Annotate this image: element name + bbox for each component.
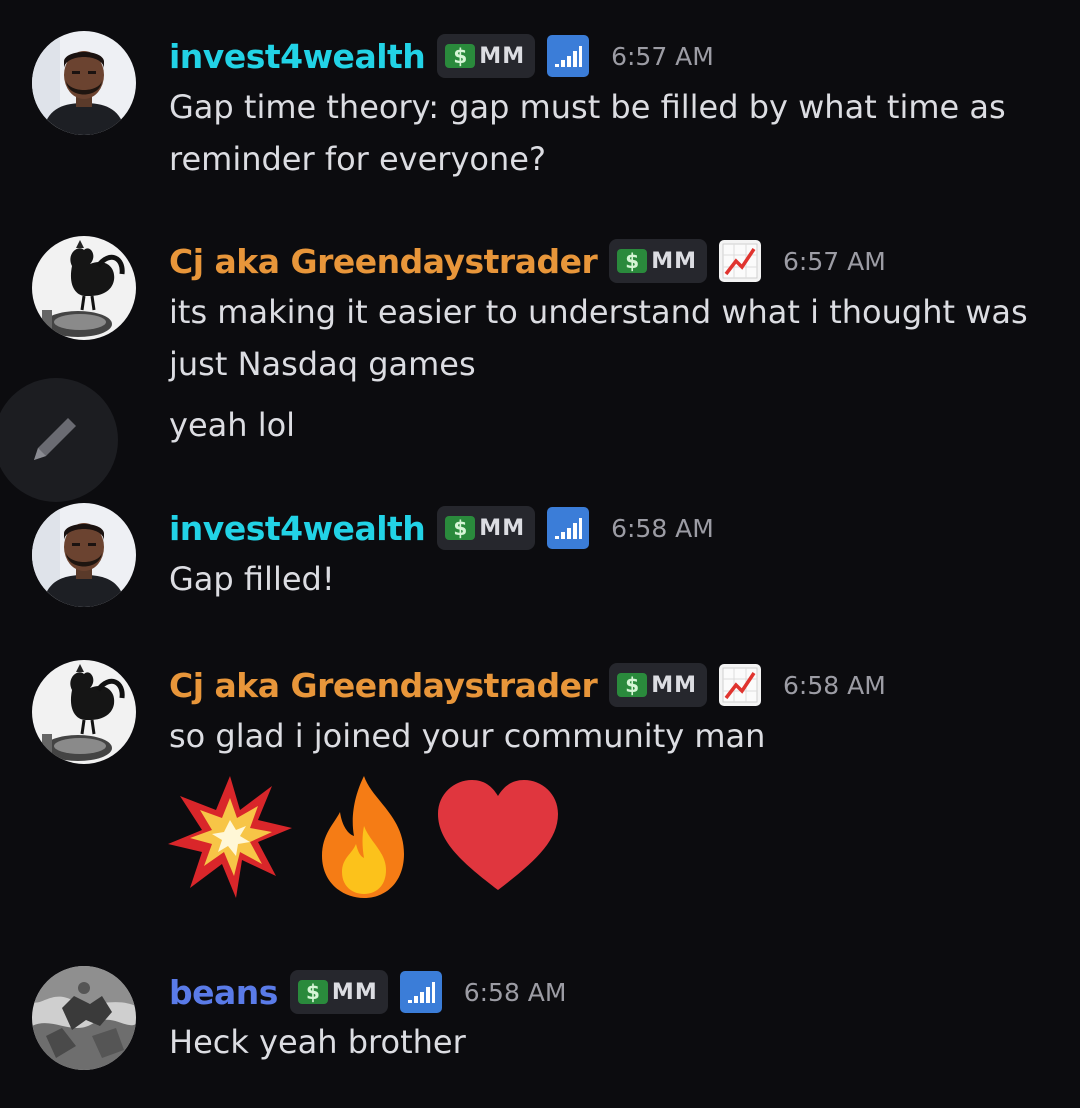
timestamp: 6:58 AM xyxy=(611,513,714,543)
avatar-invest4wealth[interactable] xyxy=(32,31,136,135)
message-text: reminder for everyone? xyxy=(169,140,546,178)
role-badge[interactable]: $ MM xyxy=(437,34,536,78)
message-text: so glad i joined your community man xyxy=(169,717,766,755)
collision-emoji xyxy=(166,772,294,906)
message-text: Heck yeah brother xyxy=(169,1023,466,1061)
timestamp: 6:58 AM xyxy=(783,670,886,700)
username[interactable]: invest4wealth xyxy=(169,509,426,548)
role-badge-label: MM xyxy=(331,979,378,1005)
message-text: just Nasdaq games xyxy=(169,345,476,383)
chart-increasing-icon[interactable] xyxy=(719,664,762,706)
username[interactable]: invest4wealth xyxy=(169,37,426,76)
role-badge-label: MM xyxy=(651,672,698,698)
emoji-message xyxy=(166,772,562,906)
timestamp: 6:57 AM xyxy=(783,246,886,276)
money-icon: $ xyxy=(445,516,476,540)
avatar-beans[interactable] xyxy=(32,966,136,1070)
username[interactable]: beans xyxy=(169,973,278,1012)
money-icon: $ xyxy=(617,673,648,697)
money-icon: $ xyxy=(297,980,328,1004)
role-badge[interactable]: $ MM xyxy=(609,239,708,283)
message-text: Gap time theory: gap must be filled by w… xyxy=(169,88,1006,126)
signal-bars-icon[interactable] xyxy=(399,971,442,1013)
role-badge-label: MM xyxy=(479,515,526,541)
role-badge-label: MM xyxy=(479,43,526,69)
fire-emoji xyxy=(300,772,428,906)
username[interactable]: Cj aka Greendaystrader xyxy=(169,666,598,705)
signal-bars-icon[interactable] xyxy=(547,507,590,549)
role-badge[interactable]: $ MM xyxy=(289,970,388,1014)
role-badge-label: MM xyxy=(651,248,698,274)
avatar-greendaystrader[interactable] xyxy=(32,236,136,340)
role-badge[interactable]: $ MM xyxy=(437,506,536,550)
avatar-greendaystrader[interactable] xyxy=(32,660,136,764)
message-text: yeah lol xyxy=(169,406,296,444)
edit-button[interactable] xyxy=(0,378,118,502)
chart-increasing-icon[interactable] xyxy=(719,240,762,282)
red-heart-emoji xyxy=(434,772,562,906)
pencil-icon xyxy=(26,408,86,472)
message-text: Gap filled! xyxy=(169,560,335,598)
chat-message-list: invest4wealth $ MM 6:57 AM Gap time theo… xyxy=(0,0,1080,1108)
message-text: its making it easier to understand what … xyxy=(169,293,1028,331)
username[interactable]: Cj aka Greendaystrader xyxy=(169,242,598,281)
role-badge[interactable]: $ MM xyxy=(609,663,708,707)
timestamp: 6:57 AM xyxy=(611,41,714,71)
money-icon: $ xyxy=(445,44,476,68)
money-icon: $ xyxy=(617,249,648,273)
avatar-invest4wealth[interactable] xyxy=(32,503,136,607)
signal-bars-icon[interactable] xyxy=(547,35,590,77)
timestamp: 6:58 AM xyxy=(463,977,567,1007)
